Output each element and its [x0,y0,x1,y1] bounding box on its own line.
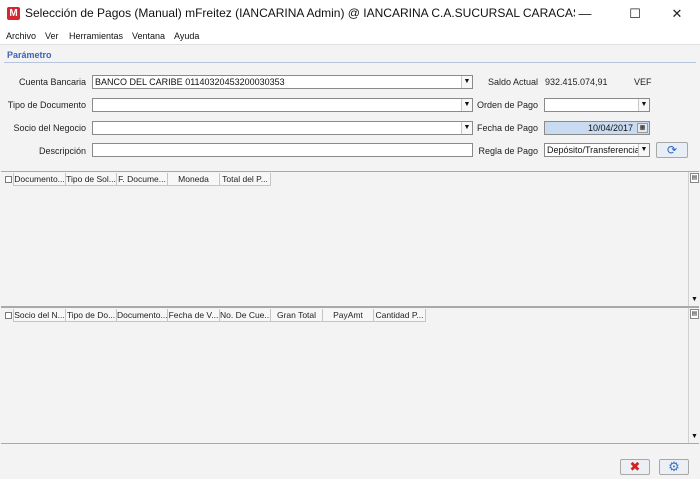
section-title: Parámetro [7,50,52,60]
maximize-button[interactable]: ☐ [612,0,658,28]
column-header[interactable]: Documento... [117,309,168,322]
regla-pago-value: Depósito/Transferencia [547,145,640,155]
refresh-icon: ⟳ [666,143,678,157]
column-header[interactable]: Gran Total [271,309,323,322]
column-header[interactable]: PayAmt [323,309,374,322]
close-window-button[interactable]: ✕ [654,0,700,28]
select-all-checkbox[interactable] [3,309,14,322]
vertical-scrollbar[interactable]: ▤ ▼ [688,308,699,443]
saldo-actual-value: 932.415.074,91 [545,77,608,87]
window-title: Selección de Pagos (Manual) mFreitez (IA… [25,6,575,20]
process-button[interactable]: ⚙ [659,459,689,475]
cancel-button[interactable]: ✖ [620,459,650,475]
calendar-icon[interactable]: ▦ [637,123,648,133]
socio-negocio-label: Socio del Negocio [13,123,86,133]
cuenta-bancaria-select[interactable]: BANCO DEL CARIBE 01140320453200030353 ▼ [92,75,473,89]
fecha-pago-value: 10/04/2017 [587,123,633,133]
gear-icon: ⚙ [668,459,680,474]
column-header[interactable]: Socio del N... [14,309,66,322]
column-header[interactable]: F. Docume... [117,173,168,186]
cuenta-bancaria-label: Cuenta Bancaria [18,77,86,87]
menu-ventana[interactable]: Ventana [132,31,165,41]
descripcion-input[interactable] [92,143,473,157]
regla-pago-select[interactable]: Depósito/Transferencia ▼ [544,143,650,157]
menu-ver[interactable]: Ver [45,31,59,41]
descripcion-label: Descripción [38,146,86,156]
column-header[interactable]: Tipo de Do... [66,309,117,322]
regla-pago-label: Regla de Pago [478,146,538,156]
cuenta-bancaria-value: BANCO DEL CARIBE 01140320453200030353 [95,77,285,87]
column-header[interactable]: No. De Cue... [220,309,271,322]
scroll-down-icon[interactable]: ▼ [690,296,699,304]
scroll-down-icon[interactable]: ▼ [690,433,699,441]
menu-archivo[interactable]: Archivo [6,31,36,41]
minimize-button[interactable]: — [562,0,608,28]
orden-pago-select[interactable]: ▼ [544,98,650,112]
payments-table[interactable]: Socio del N... Tipo de Do... Documento..… [1,307,699,444]
menu-ayuda[interactable]: Ayuda [174,31,199,41]
client-area: Parámetro Cuenta Bancaria BANCO DEL CARI… [0,44,700,479]
chevron-down-icon[interactable]: ▼ [638,144,649,156]
refresh-button[interactable]: ⟳ [656,142,688,158]
payments-table-header: Socio del N... Tipo de Do... Documento..… [3,309,426,322]
invoices-table-header: Documento... Tipo de Sol... F. Docume...… [3,173,271,186]
cancel-icon: ✖ [629,459,641,474]
column-header[interactable]: Fecha de V... [168,309,220,322]
column-header[interactable]: Moneda [168,173,220,186]
column-header[interactable]: Total del P... [220,173,271,186]
menu-herramientas[interactable]: Herramientas [69,31,123,41]
column-header[interactable]: Cantidad P... [374,309,426,322]
chevron-down-icon[interactable]: ▼ [638,99,649,111]
column-header[interactable]: Documento... [14,173,66,186]
column-chooser-icon[interactable]: ▤ [690,173,699,183]
fecha-pago-label: Fecha de Pago [476,123,538,133]
saldo-currency: VEF [634,77,652,87]
title-bar: M Selección de Pagos (Manual) mFreitez (… [0,0,700,28]
column-chooser-icon[interactable]: ▤ [690,309,699,319]
section-divider [4,62,696,63]
vertical-scrollbar[interactable]: ▤ ▼ [688,172,699,306]
socio-negocio-select[interactable]: ▼ [92,121,473,135]
menu-bar: Archivo Ver Herramientas Ventana Ayuda [0,28,700,44]
invoices-table[interactable]: Documento... Tipo de Sol... F. Docume...… [1,171,699,307]
orden-pago-label: Orden de Pago [476,100,538,110]
saldo-actual-label: Saldo Actual [487,77,538,87]
select-all-checkbox[interactable] [3,173,14,186]
fecha-pago-input[interactable]: 10/04/2017 ▦ [544,121,650,135]
column-header[interactable]: Tipo de Sol... [66,173,117,186]
tipo-documento-label: Tipo de Documento [7,100,86,110]
tipo-documento-select[interactable]: ▼ [92,98,473,112]
app-icon: M [7,7,20,20]
